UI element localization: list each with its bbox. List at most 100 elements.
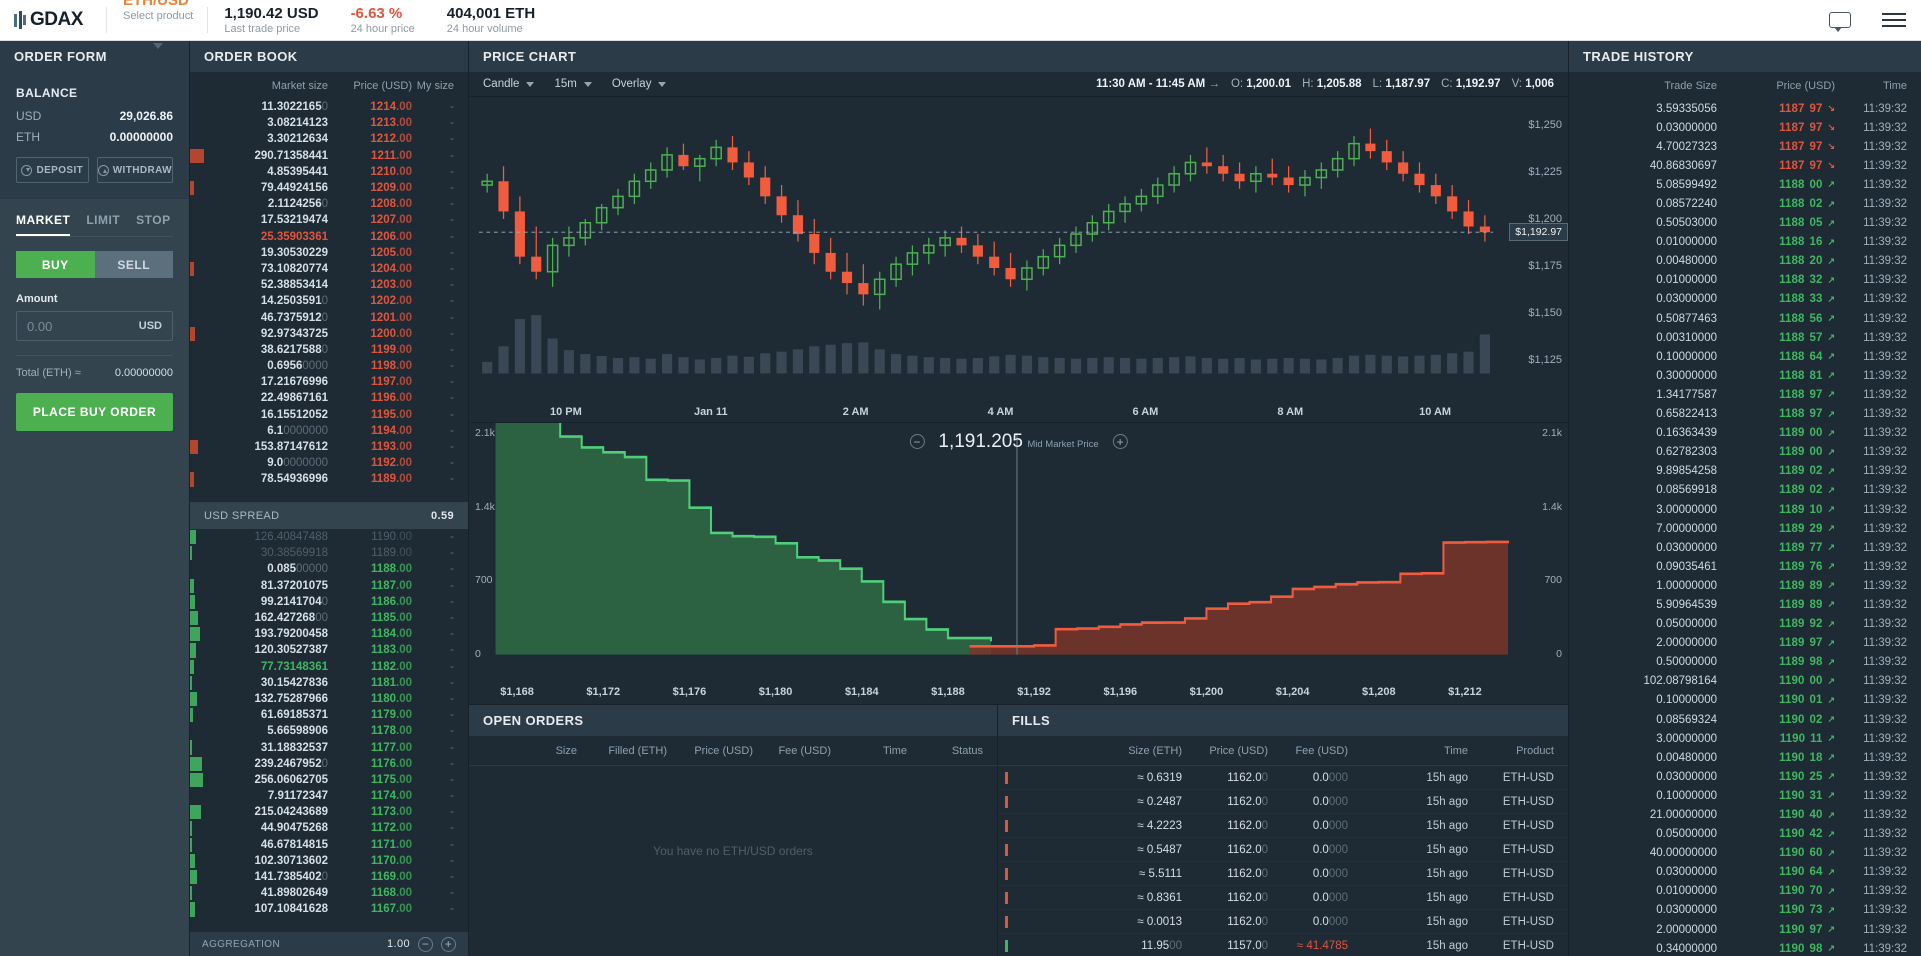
tab-limit[interactable]: LIMIT xyxy=(86,199,120,236)
order-book-row[interactable]: 120.30527387 1183.00 - xyxy=(190,642,468,658)
fill-product: ETH-USD xyxy=(1502,771,1554,784)
product-selector[interactable]: ETH/USD Select product xyxy=(107,0,207,49)
col-trade-time: Time xyxy=(1882,80,1907,92)
order-book-row[interactable]: 290.71358441 1211.00 - xyxy=(190,148,468,164)
amount-input[interactable]: 0.00 USD xyxy=(16,311,173,341)
order-book-row[interactable]: 126.40847488 1190.00 - xyxy=(190,529,468,545)
order-book-row[interactable]: 3.30212634 1212.00 - xyxy=(190,131,468,147)
gdax-logo[interactable]: GDAX xyxy=(0,0,106,40)
order-book-row[interactable]: 0.69560000 1198.00 - xyxy=(190,358,468,374)
trade-price: 1189 77 ↗ xyxy=(1779,541,1835,554)
order-book-row[interactable]: 5.66598906 1178.00 - xyxy=(190,723,468,739)
logo-text: GDAX xyxy=(30,9,83,30)
order-book-row[interactable]: 92.97343725 1200.00 - xyxy=(190,326,468,342)
order-book-row[interactable]: 38.62175880 1199.00 - xyxy=(190,342,468,358)
aggregation-increase-icon[interactable]: + xyxy=(441,936,456,952)
order-book-row[interactable]: 30.15427836 1181.00 - xyxy=(190,675,468,691)
trade-history-row: 0.03000000 1187 97 ↘ 11:39:32 xyxy=(1569,118,1921,137)
depth-x-tick: $1,180 xyxy=(758,686,793,698)
withdraw-button[interactable]: WITHDRAW xyxy=(96,157,173,183)
last-trade-label: Last trade price xyxy=(224,22,301,35)
direction-arrow-icon: ↘ xyxy=(1827,103,1835,114)
order-book-row[interactable]: 193.79200458 1184.00 - xyxy=(190,626,468,642)
trade-time: 11:39:32 xyxy=(1863,331,1907,344)
order-book-row[interactable]: 25.35903361 1206.00 - xyxy=(190,229,468,245)
tab-market[interactable]: MARKET xyxy=(16,199,70,236)
order-book-row[interactable]: 52.38853414 1203.00 - xyxy=(190,277,468,293)
trade-history-list[interactable]: 3.59335056 1187 97 ↘ 11:39:32 0.03000000 1187 9… xyxy=(1569,99,1921,956)
tab-stop[interactable]: STOP xyxy=(136,199,170,236)
order-book-row[interactable]: 7.91172347 1174.00 - xyxy=(190,788,468,804)
order-book-row[interactable]: 256.06062705 1175.00 - xyxy=(190,772,468,788)
trade-size: 0.03000000 xyxy=(1656,121,1717,134)
depth-x-tick: $1,192 xyxy=(1017,686,1051,698)
order-book-row[interactable]: 14.25035910 1202.00 - xyxy=(190,293,468,309)
row-price: 1192.00 xyxy=(371,457,412,470)
order-book-row[interactable]: 239.24679520 1176.00 - xyxy=(190,756,468,772)
menu-button[interactable] xyxy=(1867,0,1921,40)
chart-overlay-selector[interactable]: Overlay xyxy=(612,78,667,90)
order-book-row[interactable]: 0.08500000 1188.00 - xyxy=(190,561,468,577)
fill-fee: 0.0000 xyxy=(1312,867,1348,880)
order-book-row[interactable]: 73.10820774 1204.00 - xyxy=(190,261,468,277)
order-book-row[interactable]: 215.04243689 1173.00 - xyxy=(190,804,468,820)
order-book-row[interactable]: 31.18832537 1177.00 - xyxy=(190,739,468,755)
bids-list[interactable]: 126.40847488 1190.00-30.38569918 1189.00-0… xyxy=(190,529,468,932)
buy-button[interactable]: BUY xyxy=(16,251,95,278)
asks-list[interactable]: 11.30221650 1214.00-3.08214123 1213.00-3.3… xyxy=(190,99,468,502)
order-book-row[interactable]: 107.10841628 1167.00 - xyxy=(190,901,468,917)
order-book-row[interactable]: 44.90475268 1172.00 - xyxy=(190,820,468,836)
row-size: 3.30212634 xyxy=(267,133,328,146)
order-book-row[interactable]: 61.69185371 1179.00 - xyxy=(190,707,468,723)
order-book-row[interactable]: 41.89802649 1168.00 - xyxy=(190,885,468,901)
candlestick-chart[interactable]: $1,250 $1,225 $1,200 $1,175 $1,150 $1,125 10 P… xyxy=(469,97,1568,422)
order-book-row[interactable]: 2.11242560 1208.00 - xyxy=(190,196,468,212)
chat-button[interactable] xyxy=(1813,0,1867,40)
order-book-row[interactable]: 77.73148361 1182.00 - xyxy=(190,659,468,675)
row-price: 1201.00 xyxy=(370,311,412,324)
chart-type-selector[interactable]: Candle xyxy=(483,78,535,90)
order-book-columns: Market size Price (USD) My size xyxy=(190,72,468,99)
order-book-row[interactable]: 46.73759120 1201.00 - xyxy=(190,309,468,325)
order-book-row[interactable]: 17.21676996 1197.00 - xyxy=(190,374,468,390)
order-book-row[interactable]: 4.85395441 1210.00 - xyxy=(190,164,468,180)
order-book-row[interactable]: 9.00000000 1192.00 - xyxy=(190,455,468,471)
market-depth-chart[interactable]: − 1,191.205 Mid Market Price + 2.1k 2.1k 1… xyxy=(469,404,1568,704)
aggregation-decrease-icon[interactable]: − xyxy=(418,936,433,952)
time-axis-tick: 10 PM xyxy=(550,405,582,418)
order-book-row[interactable]: 6.10000000 1194.00 - xyxy=(190,423,468,439)
trade-price: 1188 33 ↗ xyxy=(1779,293,1835,306)
order-book-row[interactable]: 78.54936996 1189.00 - xyxy=(190,471,468,487)
balance-currency-usd: USD xyxy=(16,109,42,123)
order-book-row[interactable]: 30.38569918 1189.00 - xyxy=(190,545,468,561)
order-book-row[interactable]: 79.44924156 1209.00 - xyxy=(190,180,468,196)
depth-zoom-out-icon[interactable]: − xyxy=(909,434,925,450)
depth-bar xyxy=(190,530,196,545)
order-book-row[interactable]: 22.49867161 1196.00 - xyxy=(190,390,468,406)
trade-history-row: 0.01000000 1190 70 ↗ 11:39:32 xyxy=(1569,882,1921,901)
depth-zoom-in-icon[interactable]: + xyxy=(1112,434,1128,450)
order-book-row[interactable]: 102.30713602 1170.00 - xyxy=(190,853,468,869)
order-book-row[interactable]: 19.30530229 1205.00 - xyxy=(190,245,468,261)
order-book-row[interactable]: 141.73854020 1169.00 - xyxy=(190,869,468,885)
place-order-button[interactable]: PLACE BUY ORDER xyxy=(16,393,173,431)
direction-arrow-icon: ↗ xyxy=(1827,580,1835,591)
order-book-row[interactable]: 3.08214123 1213.00 - xyxy=(190,115,468,131)
fills-list[interactable]: ≈ 0.6319 1162.00 0.0000 15h ago ETH-USD ≈ 0.2… xyxy=(998,766,1568,956)
order-book-row[interactable]: 16.15512052 1195.00 - xyxy=(190,407,468,423)
open-orders-title: OPEN ORDERS xyxy=(469,705,997,736)
deposit-button[interactable]: DEPOSIT xyxy=(16,157,89,183)
order-book-row[interactable]: 11.30221650 1214.00 - xyxy=(190,99,468,115)
order-book-row[interactable]: 153.87147612 1193.00 - xyxy=(190,439,468,455)
depth-bar xyxy=(190,148,204,163)
order-book-row[interactable]: 46.67814815 1171.00 - xyxy=(190,837,468,853)
order-book-row[interactable]: 81.37201075 1187.00 - xyxy=(190,578,468,594)
order-book-row[interactable]: 99.21417040 1186.00 - xyxy=(190,594,468,610)
sell-button[interactable]: SELL xyxy=(94,251,173,278)
order-book-row[interactable]: 17.53219474 1207.00 - xyxy=(190,212,468,228)
row-price: 1174.00 xyxy=(371,790,412,803)
direction-arrow-icon: ↗ xyxy=(1827,694,1835,705)
order-book-row[interactable]: 132.75287966 1180.00 - xyxy=(190,691,468,707)
order-book-row[interactable]: 162.42726800 1185.00 - xyxy=(190,610,468,626)
chart-interval-selector[interactable]: 15m xyxy=(554,78,592,90)
